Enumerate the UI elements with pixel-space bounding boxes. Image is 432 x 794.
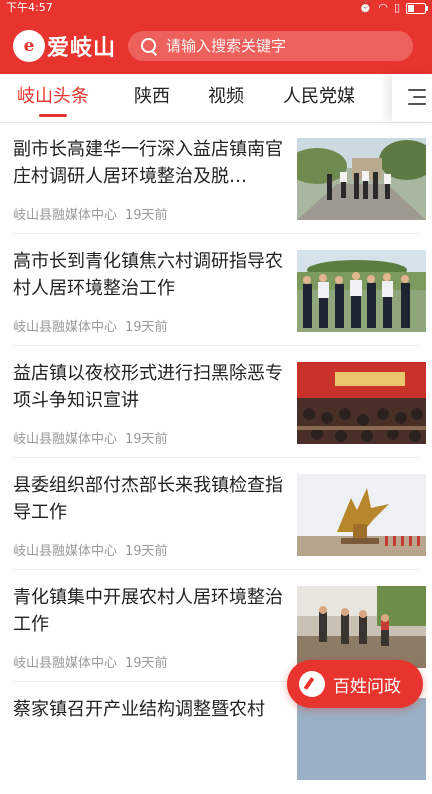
search-bar[interactable]: [128, 31, 413, 61]
news-time: 19天前: [125, 432, 168, 447]
tab-menu-button[interactable]: [392, 74, 432, 121]
wifi-icon: ◠: [378, 1, 388, 14]
battery-icon: [406, 2, 428, 14]
news-meta: 岐山县融媒体中心 19天前: [13, 652, 168, 671]
public-inquiry-button[interactable]: 百姓问政: [287, 660, 423, 708]
edit-icon: [299, 671, 325, 697]
search-icon: [140, 37, 158, 56]
status-icons: ⏰ ◠ ▯: [358, 0, 428, 16]
news-source: 岐山县融媒体中心: [13, 544, 118, 559]
news-meta: 岐山县融媒体中心 19天前: [13, 540, 168, 559]
status-bar: 下午4:57 ⏰ ◠ ▯: [0, 0, 432, 16]
news-title: 县委组织部付杰部长来我镇检查指导工作: [13, 475, 283, 523]
tab-active-indicator: [39, 114, 67, 117]
news-meta: 岐山县融媒体中心 19天前: [13, 204, 168, 223]
tab-label: 岐山头条: [17, 86, 89, 107]
news-thumbnail: [297, 250, 426, 332]
sim-icon: ▯: [393, 1, 400, 14]
news-time: 19天前: [125, 320, 168, 335]
news-source: 岐山县融媒体中心: [13, 320, 118, 335]
public-inquiry-label: 百姓问政: [333, 676, 401, 697]
news-title: 益店镇以夜校形式进行扫黑除恶专项斗争知识宣讲: [13, 363, 283, 411]
news-item[interactable]: 益店镇以夜校形式进行扫黑除恶专项斗争知识宣讲 岐山县融媒体中心 19天前: [0, 346, 432, 458]
news-time: 19天前: [125, 656, 168, 671]
news-thumbnail: [297, 474, 426, 556]
tab-label: 视频: [208, 86, 244, 107]
news-thumbnail: [297, 138, 426, 220]
tab-people-party-media[interactable]: 人民党媒: [283, 74, 355, 120]
tab-video[interactable]: 视频: [208, 74, 244, 120]
menu-icon: [408, 88, 426, 106]
news-item[interactable]: 高市长到青化镇焦六村调研指导农村人居环境整治工作 岐山县融媒体中心 19天前: [0, 234, 432, 346]
tab-label: 陕西: [134, 86, 170, 107]
category-tabs: 岐山头条 陕西 视频 人民党媒: [0, 74, 432, 123]
news-source: 岐山县融媒体中心: [13, 208, 118, 223]
news-source: 岐山县融媒体中心: [13, 432, 118, 447]
news-thumbnail: [297, 586, 426, 668]
tab-qishan-headlines[interactable]: 岐山头条: [17, 74, 89, 120]
news-source: 岐山县融媒体中心: [13, 656, 118, 671]
status-time: 下午4:57: [6, 1, 53, 14]
news-thumbnail: [297, 698, 426, 780]
tab-shaanxi[interactable]: 陕西: [134, 74, 170, 120]
news-item[interactable]: 县委组织部付杰部长来我镇检查指导工作 岐山县融媒体中心 19天前: [0, 458, 432, 570]
news-thumbnail: [297, 362, 426, 444]
news-title: 副市长高建华一行深入益店镇南官庄村调研人居环境整治及脱…: [13, 139, 283, 187]
news-meta: 岐山县融媒体中心 19天前: [13, 428, 168, 447]
logo-mark: e: [13, 30, 45, 62]
news-title: 高市长到青化镇焦六村调研指导农村人居环境整治工作: [13, 251, 283, 299]
tab-label: 人民党媒: [283, 86, 355, 107]
app-header: e 爱岐山: [0, 16, 432, 74]
news-meta: 岐山县融媒体中心 19天前: [13, 316, 168, 335]
search-input[interactable]: [164, 36, 408, 56]
news-title: 青化镇集中开展农村人居环境整治工作: [13, 587, 283, 635]
app-logo: e 爱岐山: [13, 29, 116, 63]
news-item[interactable]: 副市长高建华一行深入益店镇南官庄村调研人居环境整治及脱… 岐山县融媒体中心 19天…: [0, 122, 432, 234]
news-time: 19天前: [125, 544, 168, 559]
news-time: 19天前: [125, 208, 168, 223]
alarm-off-icon: ⏰: [358, 1, 373, 14]
logo-text: 爱岐山: [47, 36, 117, 61]
news-title: 蔡家镇召开产业结构调整暨农村: [13, 699, 265, 720]
